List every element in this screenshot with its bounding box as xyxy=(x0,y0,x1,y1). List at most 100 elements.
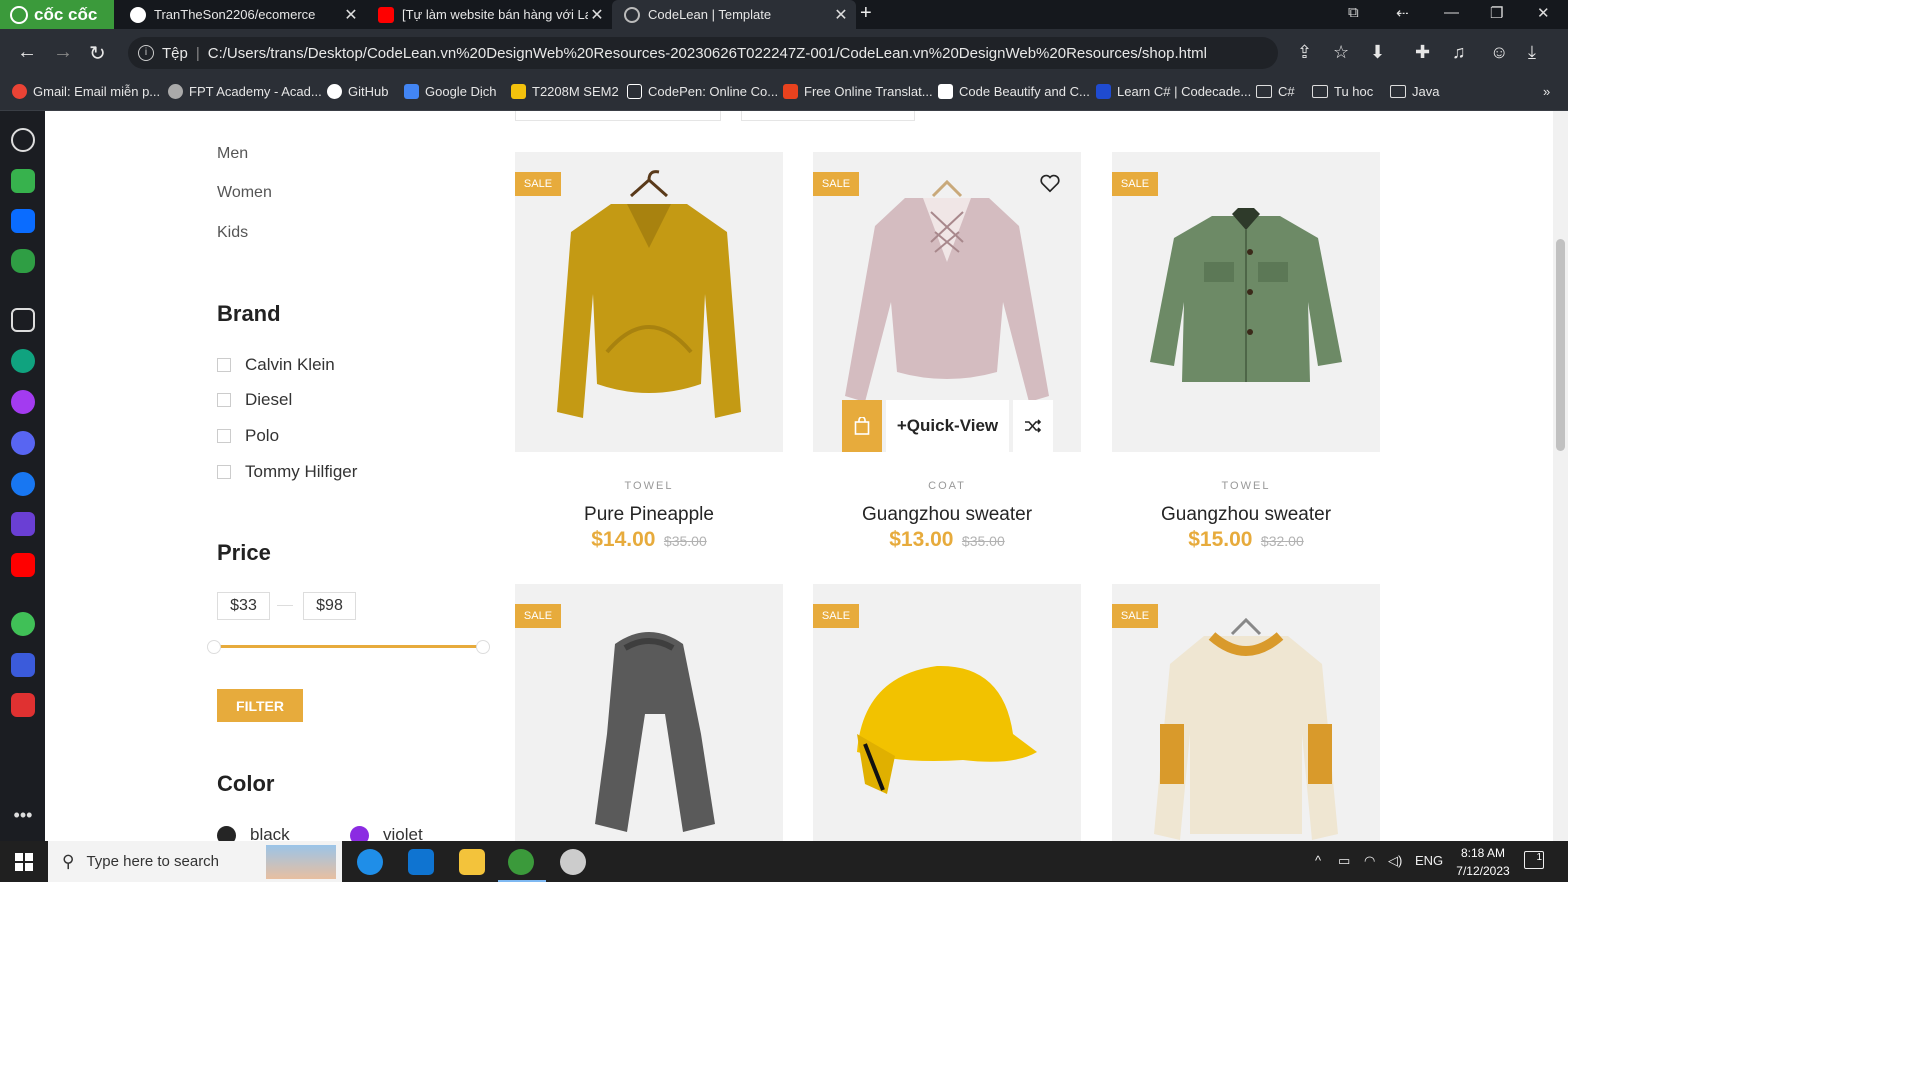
extensions-icon[interactable]: ✚ xyxy=(1415,42,1430,63)
category-women[interactable]: Women xyxy=(217,184,272,202)
downloads-icon[interactable]: ⤓ xyxy=(1528,42,1536,63)
product-card[interactable]: SALE TOWEL Pure Pineapple $14.00 $35.00 xyxy=(515,152,783,552)
address-bar[interactable]: i Tệp | C:/Users/trans/Desktop/CodeLean.… xyxy=(128,37,1278,69)
product-name[interactable]: Guangzhou sweater xyxy=(813,504,1081,526)
more-icon[interactable]: ••• xyxy=(11,805,35,829)
chatgpt-icon[interactable] xyxy=(11,349,35,373)
product-card[interactable]: SALE xyxy=(813,584,1081,841)
bookmark-t2208m[interactable]: T2208M SEM2 xyxy=(511,84,619,99)
info-icon[interactable]: i xyxy=(138,45,154,61)
facebook-icon[interactable] xyxy=(11,472,35,496)
bookmark-folder-csharp[interactable]: C# xyxy=(1256,84,1295,99)
paint-icon[interactable] xyxy=(560,849,586,875)
bookmark-folder-java[interactable]: Java xyxy=(1390,84,1439,99)
ai-icon[interactable] xyxy=(11,169,35,193)
color-option-violet[interactable]: violet xyxy=(350,825,423,841)
scrollbar-thumb[interactable] xyxy=(1556,239,1565,451)
game-avatar-icon[interactable] xyxy=(11,653,35,677)
profile-icon[interactable]: ☺ xyxy=(1490,42,1508,63)
music-icon[interactable]: ♫ xyxy=(1452,42,1466,63)
color-option-black[interactable]: black xyxy=(217,825,290,841)
product-image[interactable]: SALE xyxy=(1112,584,1380,841)
bookmark-codepen[interactable]: CodePen: Online Co... xyxy=(627,84,778,99)
product-image[interactable]: SALE xyxy=(1112,152,1380,452)
bookmarks-overflow-icon[interactable]: » xyxy=(1543,84,1550,99)
windows-start-icon[interactable] xyxy=(15,853,33,871)
product-image[interactable]: SALE xyxy=(813,584,1081,841)
page-scrollbar[interactable] xyxy=(1553,111,1568,841)
close-icon[interactable]: ✕ xyxy=(832,5,850,25)
bookmark-fpt[interactable]: FPT Academy - Acad... xyxy=(168,84,322,99)
price-max-handle[interactable] xyxy=(476,640,490,654)
back-arrow-icon[interactable]: ← xyxy=(17,41,37,64)
bookmark-gmail[interactable]: Gmail: Email miễn p... xyxy=(12,84,160,99)
coccoc-menu-button[interactable]: cốc cốc xyxy=(0,0,114,29)
notification-icon[interactable]: 1 xyxy=(1524,851,1544,869)
heart-icon[interactable] xyxy=(1039,172,1061,194)
discord-icon[interactable] xyxy=(11,431,35,455)
taskbar-search-box[interactable]: ⚲ Type here to search xyxy=(48,841,342,882)
product-card[interactable]: SALE xyxy=(1112,584,1380,841)
product-card[interactable]: SALE TOWEL Guangzhou sweater $15.00 $32.… xyxy=(1112,152,1380,552)
tray-overflow-icon[interactable]: ^ xyxy=(1315,853,1321,868)
messenger-icon[interactable] xyxy=(11,390,35,414)
price-max-input[interactable]: $98 xyxy=(303,592,356,620)
checkbox[interactable] xyxy=(217,358,231,372)
bookmark-codecademy[interactable]: Learn C# | Codecade... xyxy=(1096,84,1251,99)
quick-view-button[interactable]: +Quick-View xyxy=(886,400,1009,452)
twitch-icon[interactable] xyxy=(11,512,35,536)
volume-icon[interactable]: ◁) xyxy=(1388,853,1402,869)
filter-button[interactable]: FILTER xyxy=(217,689,303,722)
price-min-handle[interactable] xyxy=(207,640,221,654)
brand-checkbox[interactable]: Calvin Klein xyxy=(217,355,335,375)
history-icon[interactable] xyxy=(11,128,35,152)
minimize-button[interactable]: — xyxy=(1444,4,1459,21)
close-window-button[interactable]: ✕ xyxy=(1537,4,1550,22)
vscode-icon[interactable] xyxy=(408,849,434,875)
forward-arrow-icon[interactable]: → xyxy=(53,41,73,64)
product-name[interactable]: Pure Pineapple xyxy=(515,504,783,526)
bookmark-folder-tuhoc[interactable]: Tu hoc xyxy=(1312,84,1373,99)
bookmark-github[interactable]: GitHub xyxy=(327,84,388,99)
category-kids[interactable]: Kids xyxy=(217,224,248,242)
product-card[interactable]: SALE +Quick-View COAT Guangzhou sweater … xyxy=(813,152,1081,552)
product-image[interactable]: SALE xyxy=(515,584,783,841)
share-icon[interactable]: ⇪ xyxy=(1297,42,1312,63)
product-name[interactable]: Guangzhou sweater xyxy=(1112,504,1380,526)
brand-checkbox[interactable]: Diesel xyxy=(217,390,292,410)
product-image[interactable]: SALE xyxy=(515,152,783,452)
zalo-icon[interactable] xyxy=(11,209,35,233)
file-explorer-icon[interactable] xyxy=(459,849,485,875)
back-tabs-icon[interactable]: ⇠ xyxy=(1396,4,1409,22)
battery-icon[interactable]: ▭ xyxy=(1338,853,1350,869)
close-icon[interactable]: ✕ xyxy=(342,5,360,25)
checkbox[interactable] xyxy=(217,465,231,479)
tab-github[interactable]: TranTheSon2206/ecomerce ✕ xyxy=(118,0,366,29)
close-icon[interactable]: ✕ xyxy=(588,5,606,25)
brand-checkbox[interactable]: Tommy Hilfiger xyxy=(217,462,357,482)
extension-icon[interactable] xyxy=(11,612,35,636)
price-min-input[interactable]: $33 xyxy=(217,592,270,620)
download-page-icon[interactable]: ⬇ xyxy=(1370,42,1385,63)
tab-youtube[interactable]: [Tự làm website bán hàng với Lara ✕ xyxy=(366,0,612,29)
bookmark-google-translate[interactable]: Google Dịch xyxy=(404,84,497,99)
price-range-track[interactable] xyxy=(217,645,487,648)
bookmark-translator[interactable]: Free Online Translat... xyxy=(783,84,933,99)
product-image[interactable]: SALE +Quick-View xyxy=(813,152,1081,452)
restore-button[interactable]: ❐ xyxy=(1490,4,1503,22)
bookmark-codebeautify[interactable]: Code Beautify and C... xyxy=(938,84,1090,99)
todo-icon[interactable] xyxy=(11,693,35,717)
sort-select[interactable] xyxy=(515,111,721,121)
show-select[interactable] xyxy=(741,111,915,121)
star-icon[interactable]: ☆ xyxy=(1333,42,1349,63)
checkbox[interactable] xyxy=(217,393,231,407)
clock[interactable]: 8:18 AM 7/12/2023 xyxy=(1448,844,1518,880)
tab-search-icon[interactable]: ⧉ xyxy=(1348,4,1359,21)
add-icon[interactable] xyxy=(11,308,35,332)
product-card[interactable]: SALE xyxy=(515,584,783,841)
language-indicator[interactable]: ENG xyxy=(1415,853,1443,868)
checkbox[interactable] xyxy=(217,429,231,443)
edge-icon[interactable] xyxy=(357,849,383,875)
gamepad-icon[interactable] xyxy=(11,249,35,273)
compare-button[interactable] xyxy=(1013,400,1053,452)
